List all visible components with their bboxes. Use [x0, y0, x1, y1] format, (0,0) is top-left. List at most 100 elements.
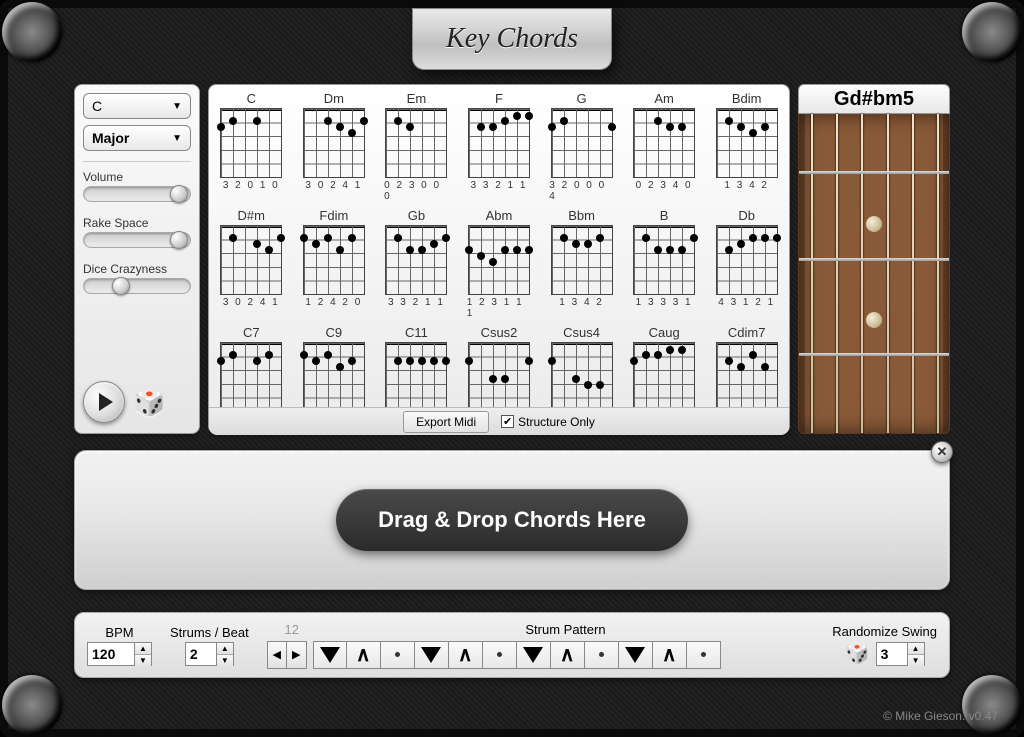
strums-per-beat-field: Strums / Beat ▲ ▼: [170, 625, 249, 666]
strum-cell-dot[interactable]: [585, 641, 619, 669]
chord-name: Fdim: [319, 208, 348, 223]
strums-down[interactable]: ▼: [217, 655, 233, 667]
strum-cell-up[interactable]: ∧: [653, 641, 687, 669]
chord-name: C: [247, 91, 256, 106]
chord-fingering: 3 3 2 1 1: [388, 297, 445, 308]
chord-abm[interactable]: Abm1 2 3 1 1 1: [467, 208, 532, 319]
slider-thumb[interactable]: [170, 231, 188, 249]
chord-db[interactable]: Db4 3 1 2 1: [714, 208, 779, 319]
dropzone-pill: Drag & Drop Chords Here: [336, 489, 688, 551]
bpm-down[interactable]: ▼: [135, 655, 151, 667]
chord-fingering: 4 3 1 2 1: [718, 297, 775, 308]
play-icon: [99, 393, 113, 411]
neck-panel: Gd#bm5: [798, 84, 950, 434]
chord-dm[interactable]: D#m3 0 2 4 1: [219, 208, 284, 319]
slider-volume[interactable]: [83, 186, 191, 202]
strum-pattern-area: 12 Strum Pattern ◀ ▶ ∧∧∧∧: [267, 622, 814, 669]
strum-cell-up[interactable]: ∧: [347, 641, 381, 669]
key-select[interactable]: C ▼: [83, 93, 191, 119]
chord-name: Csus2: [481, 325, 518, 340]
chord-dm[interactable]: Dm3 0 2 4 1: [302, 91, 367, 202]
slider-label: Dice Crazyness: [83, 262, 191, 276]
chord-diagram: [633, 225, 695, 295]
guitar-string[interactable]: [937, 114, 939, 433]
corner-bolt: [2, 2, 62, 62]
chord-gb[interactable]: Gb3 3 2 1 1: [384, 208, 449, 319]
pattern-next-button[interactable]: ▶: [287, 641, 307, 669]
pattern-prev-button[interactable]: ◀: [267, 641, 287, 669]
guitar-string[interactable]: [836, 114, 838, 433]
dice-button[interactable]: 🎲: [133, 387, 165, 418]
chord-g[interactable]: G3 2 0 0 0 4: [549, 91, 614, 202]
chord-diagram: [385, 225, 447, 295]
chord-diagram: [633, 108, 695, 178]
strum-cell-up[interactable]: ∧: [551, 641, 585, 669]
chord-diagram: [303, 225, 365, 295]
swing-down[interactable]: ▼: [908, 655, 924, 667]
chord-fdim[interactable]: Fdim 1 2 4 2 0: [302, 208, 367, 319]
guitar-string[interactable]: [861, 114, 863, 433]
fret-marker: [866, 216, 882, 232]
strums-spinbox[interactable]: ▲ ▼: [185, 642, 234, 666]
strum-cell-down[interactable]: [313, 641, 347, 669]
guitar-neck[interactable]: [798, 114, 950, 434]
chord-toolbar: Export Midi ✔ Structure Only: [209, 407, 789, 435]
strum-count: 12: [267, 622, 317, 637]
slider-thumb[interactable]: [170, 185, 188, 203]
strum-down-icon: [523, 647, 543, 663]
chord-f[interactable]: F3 3 2 1 1: [467, 91, 532, 202]
strums-up[interactable]: ▲: [217, 643, 233, 655]
chord-bbm[interactable]: Bbm1 3 4 2: [549, 208, 614, 319]
slider-rake space[interactable]: [83, 232, 191, 248]
strum-cell-dot[interactable]: [381, 641, 415, 669]
chord-em[interactable]: Em0 2 3 0 0 0: [384, 91, 449, 202]
chord-grid: C3 2 0 1 0Dm3 0 2 4 1Em0 2 3 0 0 0F3 3 2…: [219, 91, 779, 425]
bpm-spinbox[interactable]: ▲ ▼: [87, 642, 152, 666]
strum-cell-down[interactable]: [415, 641, 449, 669]
scale-select[interactable]: Major ▼: [83, 125, 191, 151]
close-dropzone-button[interactable]: ✕: [931, 441, 953, 463]
slider-thumb[interactable]: [112, 277, 130, 295]
chord-fingering: 1 2 3 1 1 1: [467, 297, 532, 319]
strum-cell-dot[interactable]: [687, 641, 721, 669]
bpm-up[interactable]: ▲: [135, 643, 151, 655]
chord-diagram: [633, 342, 695, 412]
chord-diagram: [468, 342, 530, 412]
swing-spinbox[interactable]: ▲ ▼: [876, 642, 925, 666]
strum-cell-dot[interactable]: [483, 641, 517, 669]
strum-cells: ∧ ∧ ∧ ∧: [313, 641, 721, 669]
chord-fingering: 3 0 2 4 1: [305, 180, 362, 191]
structure-only-toggle[interactable]: ✔ Structure Only: [501, 415, 595, 429]
slider-dice crazyness[interactable]: [83, 278, 191, 294]
guitar-string[interactable]: [887, 114, 889, 433]
play-button[interactable]: [83, 381, 125, 423]
chord-c[interactable]: C3 2 0 1 0: [219, 91, 284, 202]
strum-cell-down[interactable]: [619, 641, 653, 669]
randomize-swing-dice[interactable]: 🎲: [845, 641, 870, 666]
bpm-input[interactable]: [88, 643, 134, 665]
strum-rest-icon: [395, 652, 400, 657]
guitar-string[interactable]: [811, 114, 813, 433]
checkbox-icon: ✔: [501, 415, 514, 428]
chord-fingering: 1 3 3 3 1: [636, 297, 693, 308]
bpm-field: BPM ▲ ▼: [87, 625, 152, 666]
chord-name: Am: [654, 91, 674, 106]
chord-am[interactable]: Am0 2 3 4 0: [632, 91, 697, 202]
strum-rest-icon: [497, 652, 502, 657]
chord-bdim[interactable]: Bdim1 3 4 2: [714, 91, 779, 202]
chord-fingering: 1 3 4 2: [559, 297, 604, 308]
chord-fingering: 1 3 4 2: [724, 180, 769, 191]
guitar-string[interactable]: [912, 114, 914, 433]
fret-wire: [799, 353, 949, 356]
swing-up[interactable]: ▲: [908, 643, 924, 655]
strums-input[interactable]: [186, 643, 216, 665]
chord-b[interactable]: B1 3 3 3 1: [632, 208, 697, 319]
chord-name: F: [495, 91, 503, 106]
structure-only-label: Structure Only: [518, 415, 595, 429]
export-midi-button[interactable]: Export Midi: [403, 411, 489, 433]
strum-cell-down[interactable]: [517, 641, 551, 669]
swing-input[interactable]: [877, 643, 907, 665]
chord-fingering: 1 2 4 2 0: [305, 297, 362, 308]
strum-cell-up[interactable]: ∧: [449, 641, 483, 669]
chord-dropzone[interactable]: ✕ Drag & Drop Chords Here: [74, 450, 950, 590]
